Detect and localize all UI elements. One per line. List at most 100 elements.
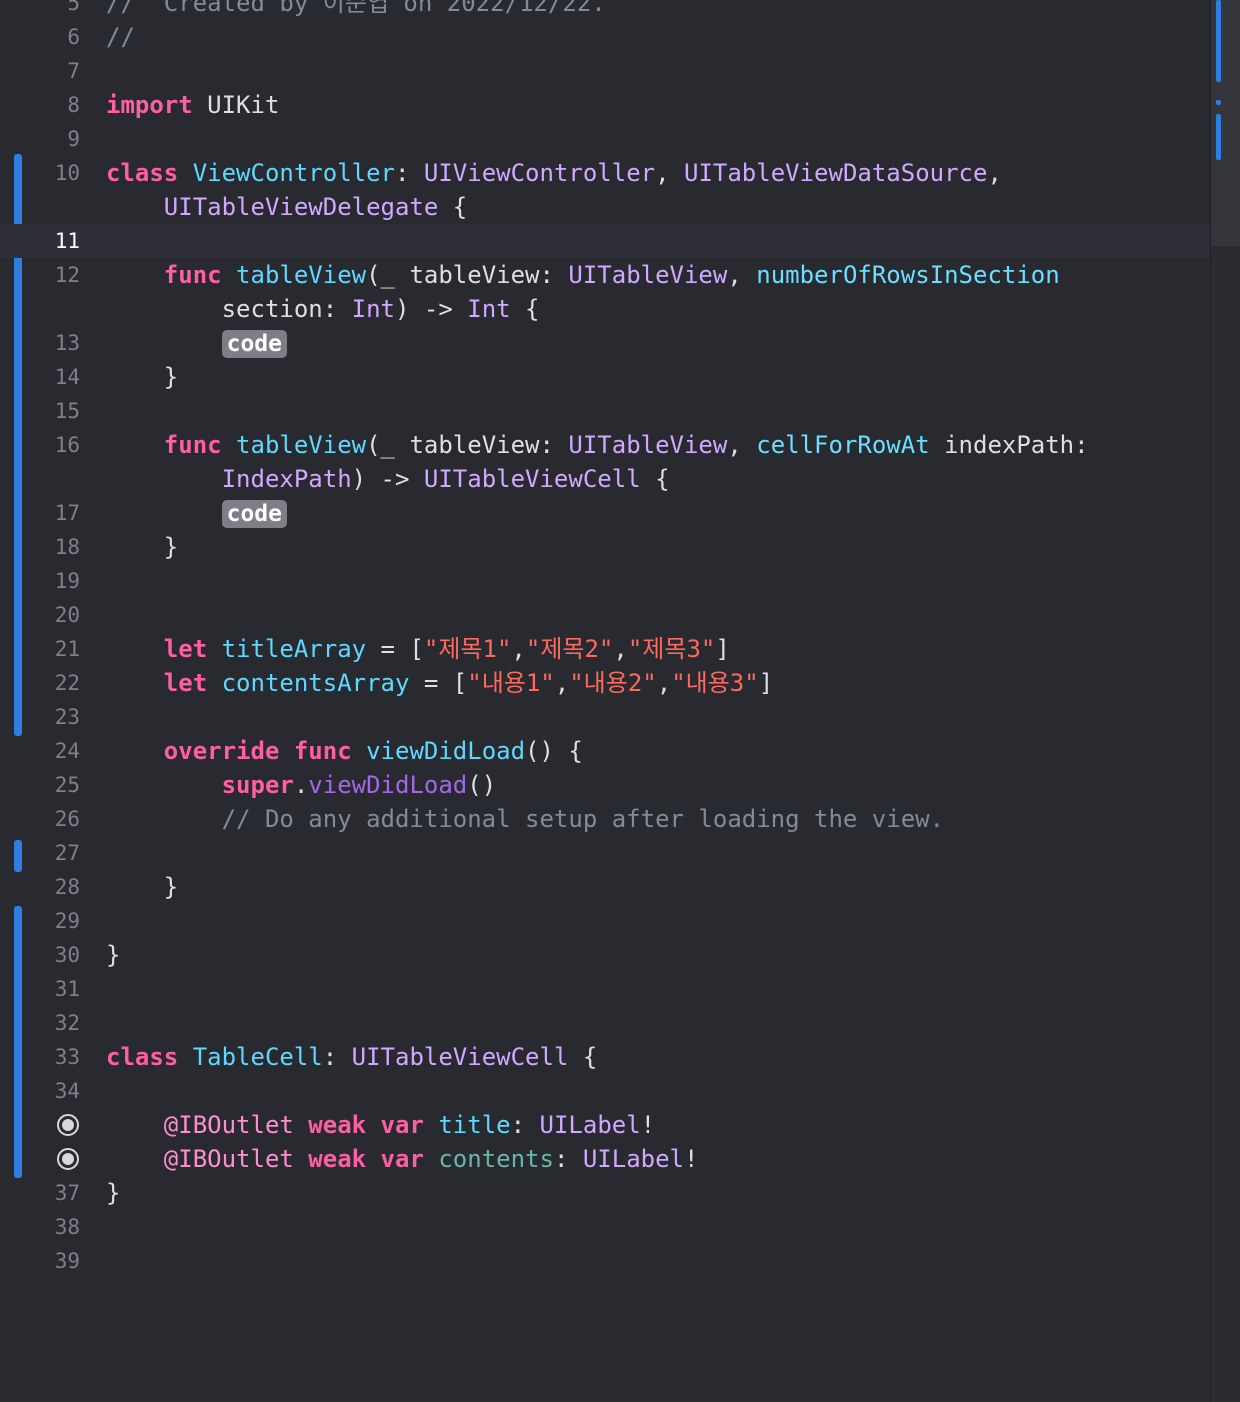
line-code[interactable]: func tableView(_ tableView: UITableView,…	[106, 258, 1060, 292]
line-code[interactable]: code	[106, 496, 287, 530]
line-code[interactable]: func tableView(_ tableView: UITableView,…	[106, 428, 1089, 462]
code-line[interactable]: section: Int) -> Int {	[0, 292, 1210, 326]
line-number[interactable]: 6	[30, 20, 80, 54]
line-code[interactable]: super.viewDidLoad()	[106, 768, 497, 802]
minimap[interactable]	[1210, 0, 1240, 1402]
code-line[interactable]: 8 import UIKit	[0, 88, 1210, 122]
line-number[interactable]: 28	[30, 870, 80, 904]
code-line[interactable]: 26 // Do any additional setup after load…	[0, 802, 1210, 836]
outlet-connection-icon[interactable]	[56, 1113, 80, 1137]
code-line[interactable]: 28 }	[0, 870, 1210, 904]
current-code-line[interactable]: 11	[0, 224, 1210, 258]
line-code[interactable]: import UIKit	[106, 88, 279, 122]
line-number[interactable]: 10	[30, 156, 80, 190]
line-code[interactable]: // Created by 이준엽 on 2022/12/22.	[106, 0, 606, 20]
line-number[interactable]: 32	[30, 1006, 80, 1040]
code-line[interactable]: 29	[0, 904, 1210, 938]
line-number[interactable]: 14	[30, 360, 80, 394]
line-number[interactable]: 11	[30, 224, 80, 258]
code-line[interactable]: 32	[0, 1006, 1210, 1040]
line-code[interactable]: @IBOutlet weak var title: UILabel!	[106, 1108, 655, 1142]
line-number[interactable]: 31	[30, 972, 80, 1006]
code-line[interactable]: @IBOutlet weak var title: UILabel!	[0, 1108, 1210, 1142]
code-line[interactable]: 9	[0, 122, 1210, 156]
line-number[interactable]: 29	[30, 904, 80, 938]
line-number[interactable]: 5	[30, 0, 80, 20]
placeholder-token[interactable]: code	[221, 500, 287, 528]
line-number[interactable]: 19	[30, 564, 80, 598]
line-number[interactable]: 33	[30, 1040, 80, 1074]
line-number[interactable]: 39	[30, 1244, 80, 1278]
line-code[interactable]: }	[106, 870, 178, 904]
code-line[interactable]: 27	[0, 836, 1210, 870]
line-number[interactable]: 24	[30, 734, 80, 768]
code-line[interactable]: 10 class ViewController: UIViewController…	[0, 156, 1210, 190]
placeholder-token[interactable]: code	[221, 330, 287, 358]
line-code[interactable]: section: Int) -> Int {	[106, 292, 540, 326]
code-line[interactable]: 7	[0, 54, 1210, 88]
code-line[interactable]: 23	[0, 700, 1210, 734]
line-code[interactable]: }	[106, 1176, 120, 1210]
code-line[interactable]: 37}	[0, 1176, 1210, 1210]
line-number[interactable]: 18	[30, 530, 80, 564]
code-line[interactable]: 17 code	[0, 496, 1210, 530]
line-number[interactable]: 26	[30, 802, 80, 836]
line-number[interactable]: 37	[30, 1176, 80, 1210]
code-line[interactable]: 22 let contentsArray = ["내용1","내용2","내용3…	[0, 666, 1210, 700]
line-number[interactable]: 13	[30, 326, 80, 360]
code-line[interactable]: UITableViewDelegate {	[0, 190, 1210, 224]
line-number[interactable]: 22	[30, 666, 80, 700]
code-line[interactable]: 12 func tableView(_ tableView: UITableVi…	[0, 258, 1210, 292]
code-line[interactable]: 20	[0, 598, 1210, 632]
line-number[interactable]: 34	[30, 1074, 80, 1108]
code-line[interactable]: 38	[0, 1210, 1210, 1244]
line-code[interactable]: }	[106, 530, 178, 564]
line-code[interactable]: IndexPath) -> UITableViewCell {	[106, 462, 670, 496]
line-code[interactable]: @IBOutlet weak var contents: UILabel!	[106, 1142, 699, 1176]
code-line[interactable]: IndexPath) -> UITableViewCell {	[0, 462, 1210, 496]
line-number[interactable]: 7	[30, 54, 80, 88]
line-code[interactable]: let contentsArray = ["내용1","내용2","내용3"]	[106, 666, 773, 700]
line-number[interactable]: 30	[30, 938, 80, 972]
line-number[interactable]: 17	[30, 496, 80, 530]
code-line[interactable]: 16 func tableView(_ tableView: UITableVi…	[0, 428, 1210, 462]
line-code[interactable]: override func viewDidLoad() {	[106, 734, 583, 768]
code-line[interactable]: 33 class TableCell: UITableViewCell {	[0, 1040, 1210, 1074]
line-code[interactable]: //	[106, 20, 135, 54]
line-number[interactable]: 23	[30, 700, 80, 734]
line-code[interactable]: }	[106, 360, 178, 394]
line-number[interactable]: 38	[30, 1210, 80, 1244]
outlet-connection-icon[interactable]	[56, 1147, 80, 1171]
code-line[interactable]: 30}	[0, 938, 1210, 972]
code-editor[interactable]: 5 // Created by 이준엽 on 2022/12/22. 6 // 7 8 im…	[0, 0, 1210, 1402]
code-line[interactable]: 34	[0, 1074, 1210, 1108]
code-line[interactable]: @IBOutlet weak var contents: UILabel!	[0, 1142, 1210, 1176]
line-number[interactable]: 9	[30, 122, 80, 156]
line-number[interactable]: 20	[30, 598, 80, 632]
line-number[interactable]: 15	[30, 394, 80, 428]
line-number[interactable]: 25	[30, 768, 80, 802]
code-line[interactable]: 39	[0, 1244, 1210, 1278]
code-line[interactable]: 31	[0, 972, 1210, 1006]
line-code[interactable]: let titleArray = ["제목1","제목2","제목3"]	[106, 632, 730, 666]
line-number[interactable]: 8	[30, 88, 80, 122]
line-number[interactable]: 27	[30, 836, 80, 870]
line-code[interactable]: code	[106, 326, 287, 360]
line-number[interactable]: 21	[30, 632, 80, 666]
line-number[interactable]: 12	[30, 258, 80, 292]
code-line[interactable]: 14 }	[0, 360, 1210, 394]
line-code[interactable]: }	[106, 938, 120, 972]
line-code[interactable]: UITableViewDelegate {	[106, 190, 467, 224]
line-code[interactable]: class TableCell: UITableViewCell {	[106, 1040, 597, 1074]
line-code[interactable]: // Do any additional setup after loading…	[106, 802, 944, 836]
code-line[interactable]: 13 code	[0, 326, 1210, 360]
code-line[interactable]: 15	[0, 394, 1210, 428]
code-line[interactable]: 19	[0, 564, 1210, 598]
code-line[interactable]: 18 }	[0, 530, 1210, 564]
code-line[interactable]: 24 override func viewDidLoad() {	[0, 734, 1210, 768]
code-line[interactable]: 5 // Created by 이준엽 on 2022/12/22.	[0, 0, 1210, 20]
line-number[interactable]: 16	[30, 428, 80, 462]
code-line[interactable]: 25 super.viewDidLoad()	[0, 768, 1210, 802]
code-line[interactable]: 6 //	[0, 20, 1210, 54]
code-line[interactable]: 21 let titleArray = ["제목1","제목2","제목3"]	[0, 632, 1210, 666]
